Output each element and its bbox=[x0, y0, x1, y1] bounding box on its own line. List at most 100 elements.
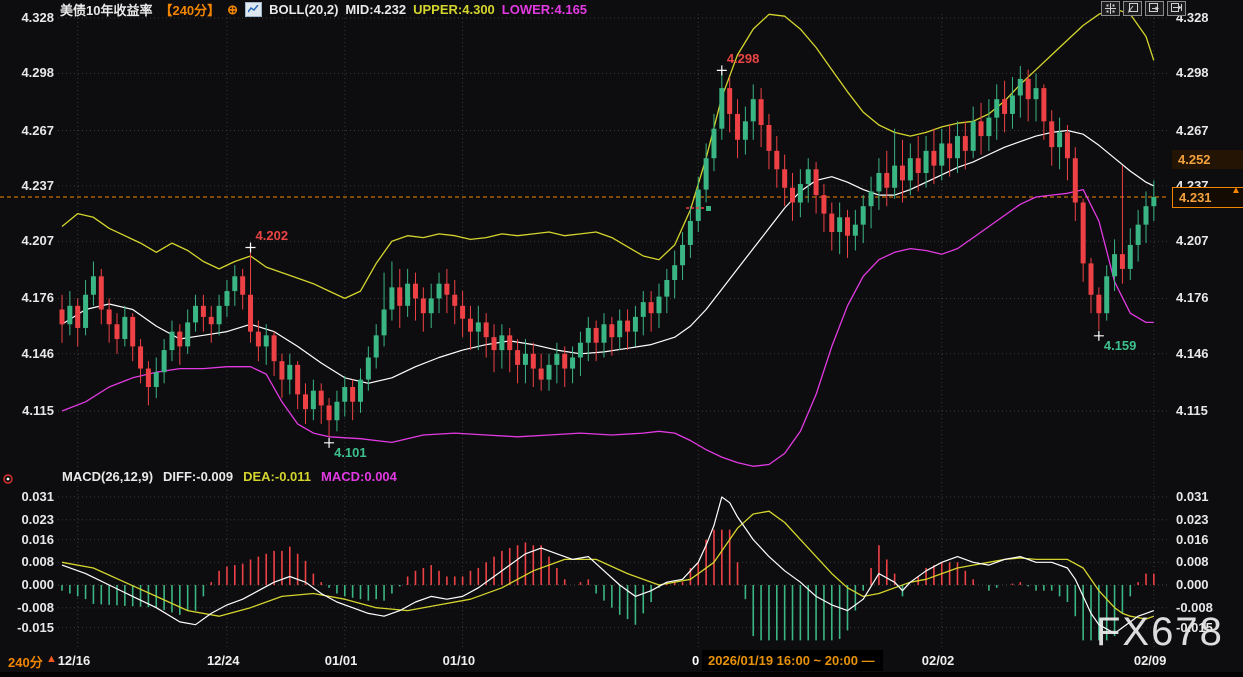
main-axis-label-right: 4.298 bbox=[1176, 66, 1209, 80]
interval-label[interactable]: 240分 bbox=[8, 652, 43, 671]
price-extreme-cross-icon bbox=[1094, 331, 1104, 341]
candle-body bbox=[1073, 158, 1078, 202]
candle-body bbox=[507, 335, 512, 350]
candle-body bbox=[539, 369, 544, 380]
move-tool-icon bbox=[1105, 3, 1116, 14]
candle-body bbox=[1128, 245, 1133, 269]
candle-body bbox=[421, 298, 426, 313]
candle-body bbox=[468, 319, 473, 332]
price-extreme-label: 4.159 bbox=[1104, 338, 1137, 353]
candle-body bbox=[1057, 132, 1062, 147]
candle-body bbox=[601, 324, 606, 342]
candle-body bbox=[570, 357, 575, 368]
chart-app-window: 美债10年收益率 【240分】 ⊕ BOLL(20,2) MID:4.232 U… bbox=[0, 0, 1243, 677]
candle-body bbox=[1120, 254, 1125, 269]
candle-body bbox=[664, 280, 669, 297]
candle-body bbox=[617, 321, 622, 338]
candle-body bbox=[311, 391, 316, 409]
pan-right-button[interactable] bbox=[1145, 1, 1164, 16]
candle-body bbox=[884, 173, 889, 188]
main-axis-label-right: 4.176 bbox=[1176, 291, 1209, 305]
macd-axis-label-right: 0.031 bbox=[1176, 490, 1209, 504]
candle-body bbox=[397, 287, 402, 305]
candle-body bbox=[704, 158, 709, 189]
candle-body bbox=[845, 217, 850, 235]
main-axis-label-left: 4.237 bbox=[0, 179, 54, 193]
candle-body bbox=[751, 99, 756, 121]
candle-body bbox=[1010, 95, 1015, 113]
candle-body bbox=[931, 151, 936, 166]
candle-body bbox=[1081, 203, 1086, 264]
macd-header: MACD(26,12,9) DIFF:-0.009 DEA:-0.011 MAC… bbox=[62, 469, 397, 484]
indicator-marker-icon[interactable] bbox=[2, 473, 14, 485]
candle-body bbox=[1041, 88, 1046, 121]
macd-axis-label-left: 0.000 bbox=[0, 578, 54, 592]
candle-body bbox=[405, 284, 410, 306]
move-tool-button[interactable] bbox=[1101, 1, 1120, 16]
candle-body bbox=[609, 324, 614, 337]
main-axis-label-left: 4.298 bbox=[0, 66, 54, 80]
fit-view-button[interactable] bbox=[1123, 1, 1142, 16]
candle-body bbox=[99, 276, 104, 309]
x-axis-date-label: 01/01 bbox=[325, 653, 358, 668]
candle-body bbox=[60, 310, 65, 325]
main-axis-label-left: 4.146 bbox=[0, 347, 54, 361]
candle-body bbox=[1112, 254, 1117, 276]
macd-axis-label-right: 0.008 bbox=[1176, 555, 1209, 569]
jump-latest-icon bbox=[1171, 3, 1182, 14]
fit-view-icon bbox=[1127, 3, 1138, 14]
candle-body bbox=[492, 337, 497, 350]
candle-body bbox=[594, 328, 599, 343]
boll-mid-value: MID:4.232 bbox=[345, 2, 406, 17]
boll-mid-line bbox=[62, 131, 1154, 384]
macd-axis-label-left: 0.008 bbox=[0, 555, 54, 569]
main-axis-label-left: 4.207 bbox=[0, 234, 54, 248]
candle-body bbox=[711, 129, 716, 159]
macd-diff-value: DIFF:-0.009 bbox=[163, 469, 233, 484]
main-axis-label-left: 4.176 bbox=[0, 291, 54, 305]
price-extreme-cross-icon bbox=[246, 242, 256, 252]
price-extreme-label: 4.298 bbox=[727, 51, 760, 66]
candle-body bbox=[484, 322, 489, 337]
candle-body bbox=[201, 306, 206, 317]
candle-body bbox=[814, 169, 819, 195]
candle-body bbox=[939, 143, 944, 165]
macd-axis-label-left: -0.015 bbox=[0, 621, 54, 635]
macd-axis-label-left: 0.016 bbox=[0, 533, 54, 547]
candle-body bbox=[806, 169, 811, 184]
candle-body bbox=[303, 394, 308, 409]
main-axis-label-right: 4.146 bbox=[1176, 347, 1209, 361]
candle-body bbox=[869, 191, 874, 206]
price-extreme-label: 4.202 bbox=[256, 228, 289, 243]
candle-body bbox=[1136, 225, 1141, 245]
interval-dropdown-icon[interactable]: ▲ bbox=[46, 653, 57, 665]
candle-body bbox=[138, 346, 143, 368]
candle-body bbox=[1089, 263, 1094, 294]
candle-body bbox=[460, 306, 465, 319]
chart-canvas[interactable] bbox=[0, 0, 1243, 677]
macd-dea-value: DEA:-0.011 bbox=[243, 469, 311, 484]
interval-tag: 【240分】 bbox=[159, 0, 220, 19]
candle-body bbox=[876, 173, 881, 191]
candle-body bbox=[523, 354, 528, 365]
candle-body bbox=[476, 322, 481, 331]
candle-body bbox=[798, 184, 803, 202]
candle-body bbox=[696, 190, 701, 221]
candle-body bbox=[279, 361, 284, 379]
candle-body bbox=[586, 328, 591, 343]
candle-body bbox=[154, 372, 159, 387]
jump-latest-button[interactable] bbox=[1167, 1, 1186, 16]
add-indicator-icon[interactable]: ⊕ bbox=[227, 2, 238, 18]
candle-body bbox=[853, 225, 858, 236]
x-axis-partial-label: 0 bbox=[692, 653, 699, 668]
chart-style-icon[interactable] bbox=[245, 2, 262, 17]
macd-axis-label-left: 0.031 bbox=[0, 490, 54, 504]
candle-body bbox=[185, 322, 190, 346]
candle-body bbox=[256, 332, 261, 347]
candle-body bbox=[1034, 88, 1039, 99]
candle-body bbox=[1143, 206, 1148, 224]
scroll-to-latest-icon[interactable]: ▲ bbox=[1231, 185, 1241, 196]
candle-body bbox=[727, 88, 732, 114]
candle-body bbox=[295, 365, 300, 395]
candle-body bbox=[971, 121, 976, 151]
